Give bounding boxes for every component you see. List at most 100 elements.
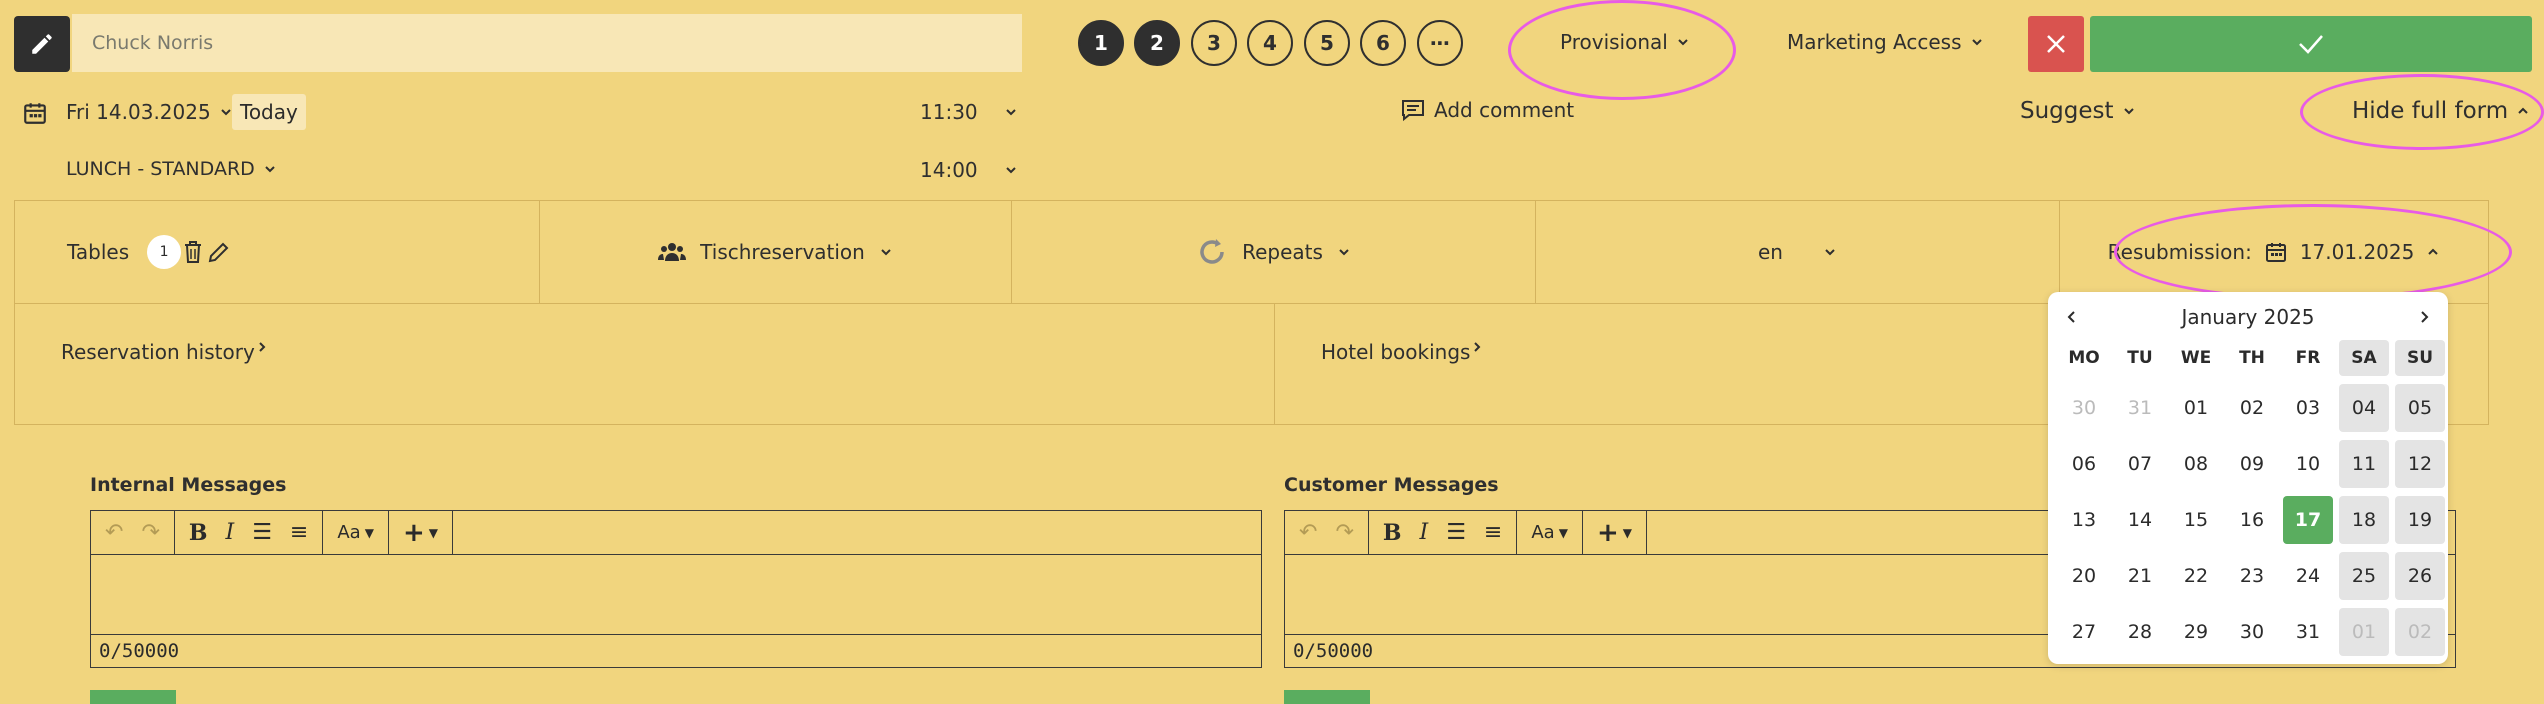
cancel-button[interactable] <box>2028 16 2084 72</box>
repeats-dropdown[interactable]: Repeats <box>1011 200 1536 304</box>
add-comment-button[interactable]: Add comment <box>1400 98 1574 122</box>
numbered-list-icon[interactable]: ≡ <box>1484 520 1502 545</box>
char-counter: 0/50000 <box>99 640 180 662</box>
calendar-day[interactable]: 02 <box>2392 604 2448 660</box>
calendar-day[interactable]: 03 <box>2280 380 2336 436</box>
marketing-dropdown[interactable]: Marketing Access <box>1787 30 1984 54</box>
undo-icon[interactable]: ↶ <box>1299 520 1317 545</box>
calendar-day[interactable]: 06 <box>2056 436 2112 492</box>
calendar-day[interactable]: 10 <box>2280 436 2336 492</box>
font-size-dropdown[interactable]: Aa <box>1531 522 1554 543</box>
language-dropdown[interactable]: en <box>1535 200 2060 304</box>
calendar-day[interactable]: 15 <box>2168 492 2224 548</box>
redo-icon[interactable]: ↷ <box>1335 520 1353 545</box>
step-3[interactable]: 3 <box>1191 20 1237 66</box>
undo-icon[interactable]: ↶ <box>105 520 123 545</box>
chevron-up-icon <box>2518 107 2528 114</box>
end-time-dropdown[interactable]: 14:00 <box>920 158 1018 182</box>
end-time-label: 14:00 <box>920 158 978 182</box>
calendar-day[interactable]: 26 <box>2392 548 2448 604</box>
bold-icon[interactable]: B <box>1383 520 1402 546</box>
calendar-day[interactable]: 14 <box>2112 492 2168 548</box>
confirm-button[interactable] <box>2090 16 2532 72</box>
status-dropdown[interactable]: Provisional <box>1560 30 1690 54</box>
caret-down-icon: ▼ <box>1558 525 1568 540</box>
start-time-dropdown[interactable]: 11:30 <box>920 100 1018 124</box>
hide-form-label: Hide full form <box>2352 98 2509 124</box>
calendar-day[interactable]: 17 <box>2280 492 2336 548</box>
calendar-day[interactable]: 31 <box>2112 380 2168 436</box>
calendar-day[interactable]: 18 <box>2336 492 2392 548</box>
calendar-day[interactable]: 16 <box>2224 492 2280 548</box>
calendar-day[interactable]: 28 <box>2112 604 2168 660</box>
calendar-day[interactable]: 25 <box>2336 548 2392 604</box>
status-label: Provisional <box>1560 30 1668 54</box>
calendar-day[interactable]: 07 <box>2112 436 2168 492</box>
chevron-left-icon[interactable] <box>2064 309 2080 325</box>
reservation-type-label: Tischreservation <box>700 240 865 264</box>
reservation-history-section[interactable]: Reservation history <box>14 303 1275 425</box>
step-5[interactable]: 5 <box>1304 20 1350 66</box>
caret-down-icon: ▼ <box>364 525 374 540</box>
italic-icon[interactable]: I <box>225 520 234 545</box>
calendar-day[interactable]: 31 <box>2280 604 2336 660</box>
calendar-day[interactable]: 29 <box>2168 604 2224 660</box>
today-button[interactable]: Today <box>232 94 306 130</box>
calendar-day[interactable]: 09 <box>2224 436 2280 492</box>
calendar-day[interactable]: 23 <box>2224 548 2280 604</box>
calendar-day[interactable]: 24 <box>2280 548 2336 604</box>
internal-messages-textarea[interactable] <box>91 555 1261 635</box>
insert-icon[interactable]: + <box>1597 518 1619 548</box>
chevron-down-icon <box>2123 108 2134 115</box>
repeats-label: Repeats <box>1242 240 1323 264</box>
start-time-label: 11:30 <box>920 100 978 124</box>
calendar-day[interactable]: 21 <box>2112 548 2168 604</box>
more-steps-button[interactable]: ⋯ <box>1417 20 1463 66</box>
step-2[interactable]: 2 <box>1134 20 1180 66</box>
calendar-day[interactable]: 05 <box>2392 380 2448 436</box>
hide-form-button[interactable]: Hide full form <box>2352 98 2530 124</box>
numbered-list-icon[interactable]: ≡ <box>290 520 308 545</box>
redo-icon[interactable]: ↷ <box>141 520 159 545</box>
step-6[interactable]: 6 <box>1360 20 1406 66</box>
close-icon <box>2047 35 2065 53</box>
calendar-day[interactable]: 13 <box>2056 492 2112 548</box>
calendar-day[interactable]: 02 <box>2224 380 2280 436</box>
menu-dropdown[interactable]: LUNCH - STANDARD <box>66 158 277 180</box>
date-dropdown[interactable]: Fri 14.03.2025 <box>66 100 233 124</box>
calendar-day[interactable]: 11 <box>2336 436 2392 492</box>
calendar-day[interactable]: 01 <box>2168 380 2224 436</box>
calendar-day[interactable]: 20 <box>2056 548 2112 604</box>
bullet-list-icon[interactable]: ☰ <box>252 520 272 545</box>
bullet-list-icon[interactable]: ☰ <box>1446 520 1466 545</box>
name-input[interactable]: Chuck Norris <box>72 14 1022 72</box>
reservation-type-dropdown[interactable]: Tischreservation <box>539 200 1012 304</box>
font-size-dropdown[interactable]: Aa <box>337 522 360 543</box>
internal-save-button[interactable] <box>90 690 176 704</box>
step-4[interactable]: 4 <box>1247 20 1293 66</box>
calendar-day[interactable]: 01 <box>2336 604 2392 660</box>
calendar-day[interactable]: 30 <box>2056 380 2112 436</box>
insert-icon[interactable]: + <box>403 518 425 548</box>
trash-icon[interactable] <box>183 240 203 264</box>
italic-icon[interactable]: I <box>1419 520 1428 545</box>
pencil-icon[interactable] <box>207 240 231 264</box>
calendar-day[interactable]: 22 <box>2168 548 2224 604</box>
suggest-dropdown[interactable]: Suggest <box>2020 98 2136 124</box>
step-1[interactable]: 1 <box>1078 20 1124 66</box>
date-label: Fri 14.03.2025 <box>66 100 211 124</box>
bold-icon[interactable]: B <box>189 520 208 546</box>
chevron-right-icon[interactable] <box>2416 309 2432 325</box>
calendar-day[interactable]: 19 <box>2392 492 2448 548</box>
resubmission-dropdown[interactable]: Resubmission: 17.01.2025 <box>2059 200 2489 304</box>
chevron-up-icon <box>2428 248 2439 255</box>
chevron-down-icon <box>1825 249 1835 256</box>
calendar-day[interactable]: 27 <box>2056 604 2112 660</box>
suggest-label: Suggest <box>2020 98 2114 124</box>
calendar-day[interactable]: 08 <box>2168 436 2224 492</box>
calendar-day[interactable]: 30 <box>2224 604 2280 660</box>
customer-save-button[interactable] <box>1284 690 1370 704</box>
calendar-day[interactable]: 04 <box>2336 380 2392 436</box>
edit-button[interactable] <box>14 16 70 72</box>
calendar-day[interactable]: 12 <box>2392 436 2448 492</box>
